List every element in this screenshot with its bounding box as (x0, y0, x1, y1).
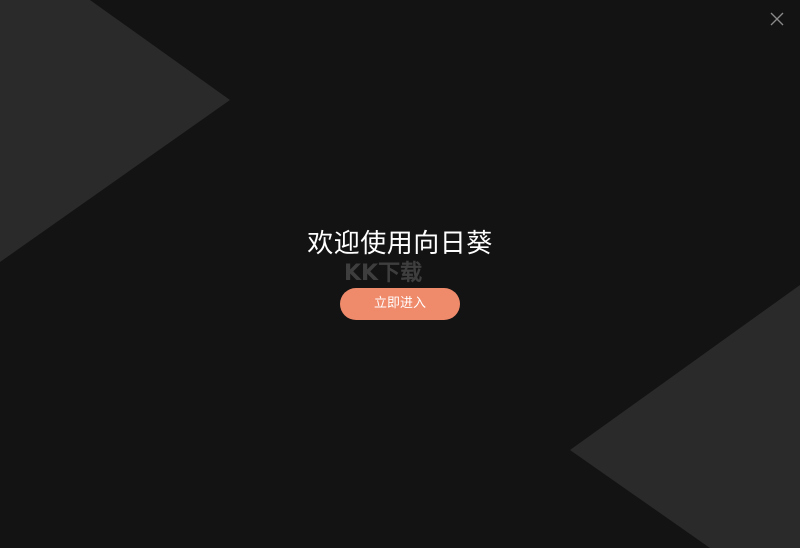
svg-text:KK下载: KK下载 (344, 260, 422, 286)
close-icon (770, 12, 784, 26)
decor-triangle-top-left (0, 0, 230, 262)
enter-now-button[interactable]: 立即进入 (340, 288, 460, 320)
close-button[interactable] (766, 8, 788, 30)
decor-triangle-bottom-right (570, 285, 800, 548)
welcome-window: 欢迎使用向日葵 KK下载 立即进入 (0, 0, 800, 548)
